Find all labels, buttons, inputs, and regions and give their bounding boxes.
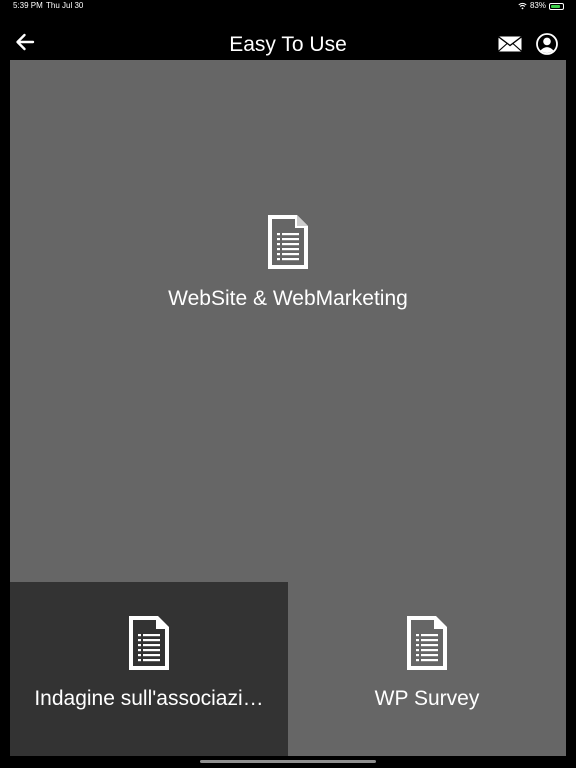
document-icon xyxy=(268,215,308,269)
profile-icon[interactable] xyxy=(536,33,558,55)
home-indicator[interactable] xyxy=(200,760,376,763)
battery-level xyxy=(551,4,561,8)
tile-label: WebSite & WebMarketing xyxy=(168,287,408,310)
document-icon xyxy=(407,616,447,670)
status-bar: 5:39 PM Thu Jul 30 83% xyxy=(0,0,576,14)
tile-label: WP Survey xyxy=(374,687,480,710)
wifi-icon xyxy=(518,2,527,10)
tile-label: Indagine sull'associazi… xyxy=(34,687,264,710)
tile-indagine-associazione[interactable]: Indagine sull'associazi… xyxy=(10,582,288,756)
mail-icon[interactable] xyxy=(498,36,522,52)
app-screen: 5:39 PM Thu Jul 30 83% Easy To Use WebSi… xyxy=(0,0,576,768)
status-time: 5:39 PM xyxy=(13,1,43,10)
battery-icon xyxy=(549,2,564,10)
tile-wp-survey[interactable]: WP Survey xyxy=(288,582,566,756)
status-indicators: 83% xyxy=(518,0,564,12)
battery-percent: 83% xyxy=(529,1,546,10)
navigation-bar: Easy To Use xyxy=(0,24,576,60)
document-icon xyxy=(129,616,169,670)
status-date: Thu Jul 30 xyxy=(46,1,84,10)
tile-website-webmarketing[interactable]: WebSite & WebMarketing xyxy=(10,60,566,582)
page-title: Easy To Use xyxy=(229,33,347,56)
